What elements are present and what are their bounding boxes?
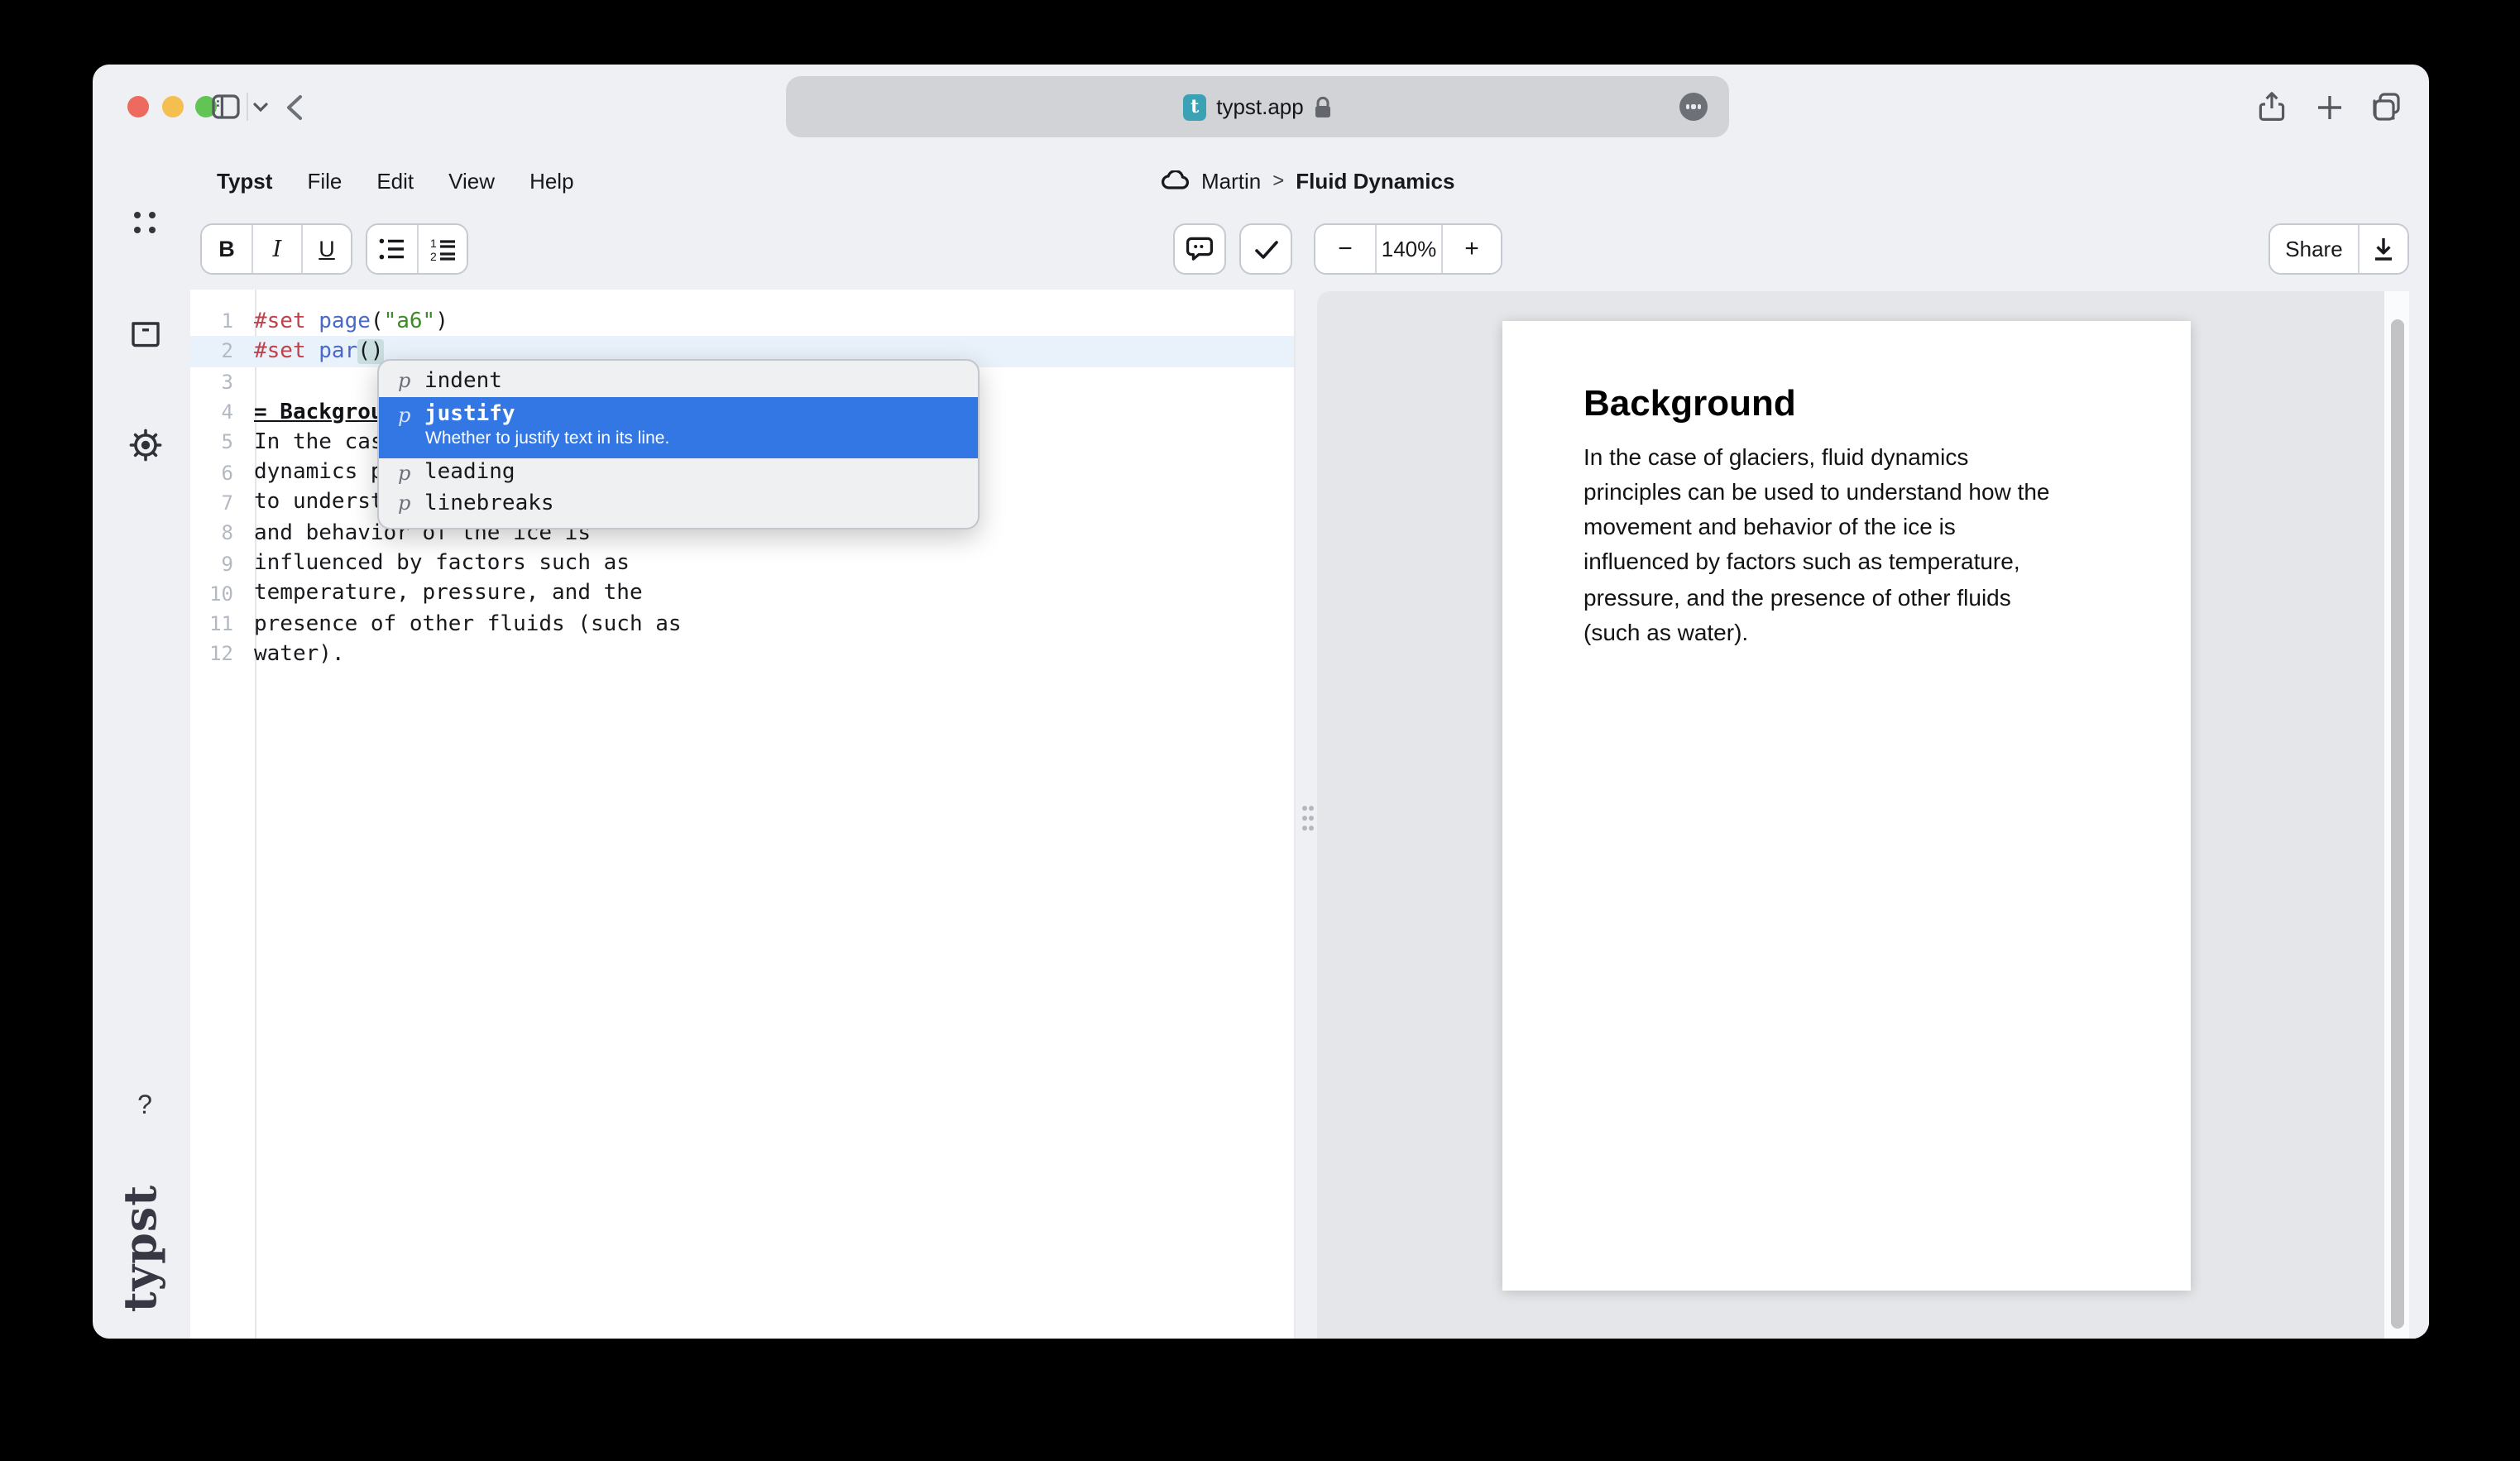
back-button[interactable] (286, 93, 303, 120)
new-tab-icon[interactable] (2316, 94, 2343, 121)
breadcrumb-document-title[interactable]: Fluid Dynamics (1296, 168, 1454, 193)
menu-help[interactable]: Help (529, 168, 574, 193)
minimize-window-button[interactable] (162, 96, 184, 117)
line-number: 3 (190, 370, 244, 393)
preview-paragraph: In the case of glaciers, fluid dynamics … (1583, 439, 2138, 651)
bold-button[interactable]: B (202, 225, 252, 273)
matched-brackets: () (357, 339, 383, 364)
breadcrumb: Martin > Fluid Dynamics (1162, 160, 1454, 200)
svg-text:2: 2 (429, 249, 436, 261)
chevron-down-icon[interactable] (253, 103, 268, 113)
completion-item-leading[interactable]: p leading (378, 457, 977, 488)
url-text: typst.app (1216, 94, 1304, 119)
cloud-icon (1162, 170, 1190, 190)
preview-heading: Background (1583, 380, 1796, 426)
line-number: 11 (190, 612, 244, 635)
typst-favicon: t (1183, 93, 1206, 120)
lock-icon (1314, 95, 1332, 118)
line-number: 6 (190, 461, 244, 484)
comment-button[interactable] (1173, 223, 1226, 275)
share-page-icon[interactable] (2259, 91, 2285, 122)
close-window-button[interactable] (127, 96, 149, 117)
breadcrumb-separator: > (1272, 169, 1284, 192)
menu-edit[interactable]: Edit (376, 168, 414, 193)
underline-button[interactable]: U (301, 225, 351, 273)
preview-right-margin (2409, 291, 2429, 1339)
line-number: 10 (190, 582, 244, 606)
share-group: Share (2268, 223, 2409, 275)
sidebar-toggle-icon[interactable] (212, 94, 240, 119)
code-editor[interactable]: 1#set page("a6") 2#set par() 3 4= Backgr… (190, 290, 1294, 1339)
comment-bubble-icon (1186, 237, 1213, 261)
drag-handle-icon[interactable] (1301, 804, 1315, 832)
files-panel-icon[interactable] (124, 313, 165, 354)
list-group: 12 (366, 223, 468, 275)
titlebar-divider (247, 93, 248, 121)
compile-status-button[interactable] (1239, 223, 1292, 275)
param-prefix: p (398, 492, 411, 515)
zoom-level[interactable]: 140% (1375, 225, 1441, 273)
line-number: 8 (190, 521, 244, 544)
zoom-out-button[interactable]: − (1315, 225, 1375, 273)
screen: t typst.app Typst File Edit View Help (0, 0, 2520, 1461)
completion-item-indent[interactable]: p indent (378, 366, 977, 396)
browser-window: t typst.app Typst File Edit View Help (93, 65, 2429, 1339)
line-number: 12 (190, 643, 244, 666)
line-number: 9 (190, 552, 244, 575)
menu-typst[interactable]: Typst (217, 168, 272, 193)
code-line[interactable]: 9influenced by factors such as (190, 548, 1294, 579)
preview-pane: Background In the case of glaciers, flui… (1317, 291, 2429, 1339)
typst-logo: typst (106, 1183, 179, 1312)
line-number: 4 (190, 400, 244, 424)
code-line[interactable]: 11presence of other fluids (such as (190, 609, 1294, 639)
download-button[interactable] (2358, 225, 2407, 273)
param-prefix: p (398, 462, 411, 485)
share-button[interactable]: Share (2270, 225, 2358, 273)
app-menubar: Typst File Edit View Help (217, 160, 574, 200)
menu-file[interactable]: File (307, 168, 342, 193)
completion-item-linebreaks[interactable]: p linebreaks (378, 488, 977, 519)
line-number: 1 (190, 309, 244, 333)
rendered-page: Background In the case of glaciers, flui… (1502, 320, 2191, 1291)
numbered-list-button[interactable]: 12 (417, 225, 467, 273)
autocomplete-popup: p indent p justify Whether to justify te… (376, 359, 979, 529)
apps-grid-icon[interactable] (124, 202, 165, 243)
completion-item-justify-selected[interactable]: p justify Whether to justify text in its… (378, 396, 977, 457)
menu-view[interactable]: View (448, 168, 495, 193)
param-prefix: p (398, 370, 411, 393)
preview-scrollbar[interactable] (2384, 291, 2409, 1339)
scrollbar-thumb[interactable] (2390, 319, 2403, 1329)
code-line[interactable]: 1#set page("a6") (190, 306, 1294, 337)
download-icon (2373, 237, 2394, 261)
address-bar[interactable]: t typst.app (786, 76, 1729, 137)
checkmark-icon (1253, 239, 1278, 259)
text-style-group: B I U (200, 223, 352, 275)
zoom-in-button[interactable]: + (1441, 225, 1501, 273)
code-line[interactable]: 12water). (190, 639, 1294, 670)
line-number: 7 (190, 491, 244, 515)
param-prefix: p (398, 404, 411, 427)
tab-overview-icon[interactable] (2373, 93, 2401, 121)
svg-text:1: 1 (429, 237, 436, 249)
line-number: 2 (190, 340, 244, 363)
zoom-group: − 140% + (1314, 223, 1502, 275)
bullet-list-button[interactable] (367, 225, 417, 273)
help-button[interactable]: ? (124, 1085, 165, 1127)
pane-resize-divider[interactable] (1294, 290, 1317, 1339)
page-settings-button[interactable] (1679, 93, 1708, 121)
code-line[interactable]: 10temperature, pressure, and the (190, 578, 1294, 609)
completion-description: Whether to justify text in its line. (425, 429, 977, 448)
settings-gear-icon[interactable] (124, 424, 165, 465)
breadcrumb-workspace[interactable]: Martin (1201, 168, 1261, 193)
line-number: 5 (190, 431, 244, 454)
italic-button[interactable]: I (252, 225, 301, 273)
